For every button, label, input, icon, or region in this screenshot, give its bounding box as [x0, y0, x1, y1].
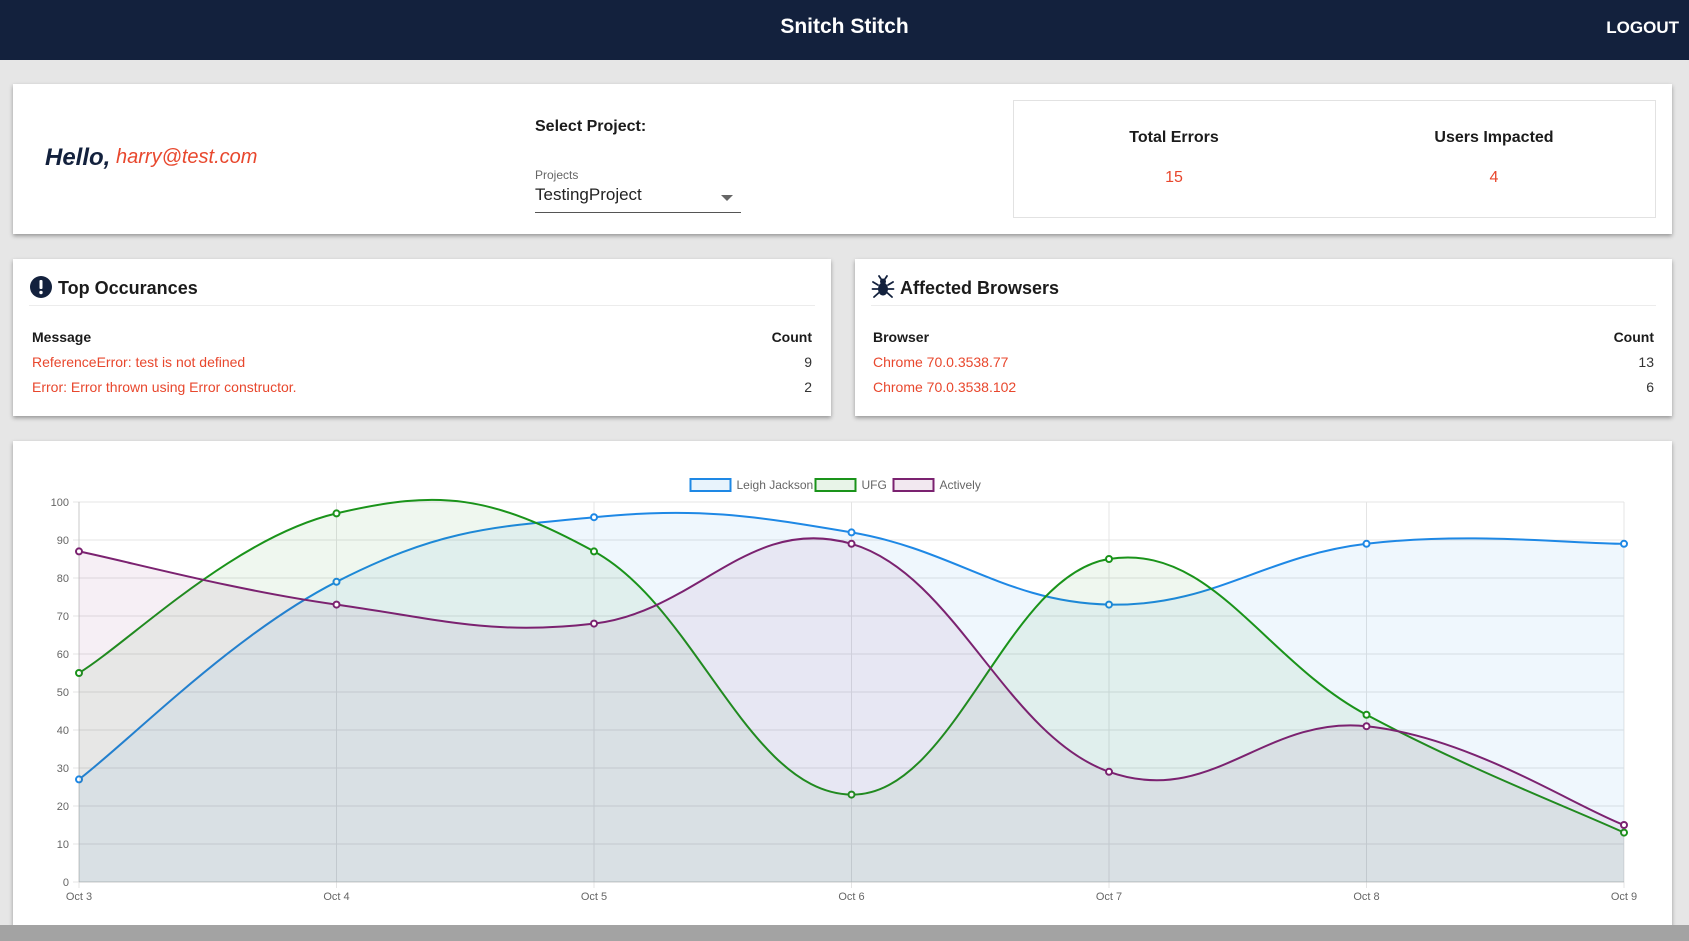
data-point	[1362, 710, 1371, 719]
data-point	[75, 547, 83, 556]
browser-link[interactable]: Chrome 70.0.3538.102	[873, 379, 1016, 395]
y-tick-label: 70	[57, 611, 69, 623]
affected-browsers-title: Affected Browsers	[900, 278, 1060, 298]
legend-label: Leigh Jackson	[737, 478, 814, 492]
projects-caption: Projects	[535, 168, 579, 182]
legend-label: UFG	[862, 478, 887, 492]
count-column-header: Count	[771, 329, 812, 345]
legend-label: Actively	[940, 478, 981, 492]
top-occurrences-title: Top Occurances	[58, 278, 198, 298]
x-tick-label: Oct 8	[1353, 891, 1379, 903]
y-tick-label: 60	[57, 649, 69, 661]
users-impacted-label: Users Impacted	[1434, 129, 1554, 146]
overview-card: Hello, harry@test.com Select Project: Pr…	[13, 84, 1672, 234]
exclamation-circle-icon	[29, 275, 53, 304]
errors-line-chart: 0 10 20 30 40 50 60 70 80 90 100 Oct 3 Oct 4 Oct 5 Oct…	[51, 478, 1637, 903]
top-occurrences-header: Top Occurances	[29, 273, 815, 306]
y-tick-label: 40	[57, 725, 69, 737]
data-point	[590, 513, 598, 522]
y-tick-label: 90	[57, 535, 69, 547]
select-project-label: Select Project:	[535, 118, 647, 135]
y-tick-label: 0	[63, 877, 69, 889]
error-count: 9	[804, 354, 812, 370]
y-tick-label: 100	[51, 497, 69, 509]
legend-swatch	[814, 478, 857, 492]
total-errors-stat: Total Errors 15	[1064, 129, 1284, 187]
browser-count: 6	[1646, 379, 1654, 395]
x-tick-label: Oct 4	[323, 891, 349, 903]
message-column-header: Message	[32, 329, 92, 345]
y-tick-label: 80	[57, 573, 69, 585]
data-point	[590, 619, 598, 628]
total-errors-value: 15	[1165, 169, 1183, 186]
top-occurrences-card: Top Occurances Message Count ReferenceEr…	[13, 259, 831, 416]
horizontal-scrollbar[interactable]	[0, 925, 1689, 941]
browser-column-header: Browser	[873, 329, 930, 345]
y-tick-label: 10	[57, 839, 69, 851]
error-message-link[interactable]: Error: Error thrown using Error construc…	[32, 379, 297, 395]
hello-label: Hello,	[45, 144, 111, 171]
errors-chart-card: 0 10 20 30 40 50 60 70 80 90 100 Oct 3 Oct 4 Oct 5 Oct…	[13, 441, 1672, 931]
data-point	[1105, 767, 1113, 776]
data-point	[590, 547, 598, 556]
data-point	[1620, 821, 1628, 829]
data-point	[847, 539, 856, 548]
users-impacted-stat: Users Impacted 4	[1384, 129, 1604, 187]
affected-browsers-header: Affected Browsers	[871, 273, 1656, 306]
x-tick-label: Oct 5	[581, 891, 607, 903]
error-message-link[interactable]: ReferenceError: test is not defined	[32, 354, 245, 370]
app-title: Snitch Stitch	[780, 15, 909, 38]
affected-browsers-card: Affected Browsers Browser Count Chrome 7…	[855, 259, 1672, 416]
y-tick-label: 50	[57, 687, 69, 699]
data-point	[847, 528, 856, 537]
data-point	[332, 509, 341, 518]
project-select-value: TestingProject	[535, 185, 642, 204]
stats-box: Total Errors 15 Users Impacted 4	[1013, 100, 1656, 218]
data-point	[1620, 539, 1628, 548]
x-tick-label: Oct 9	[1611, 891, 1637, 903]
browser-link[interactable]: Chrome 70.0.3538.77	[873, 354, 1008, 370]
y-tick-label: 20	[57, 801, 69, 813]
count-column-header: Count	[1613, 329, 1654, 345]
x-tick-label: Oct 6	[838, 891, 864, 903]
bug-icon	[871, 275, 895, 304]
user-email: harry@test.com	[116, 146, 258, 168]
data-point	[1105, 555, 1113, 563]
logout-button[interactable]: LOGOUT	[1606, 18, 1679, 38]
total-errors-label: Total Errors	[1129, 129, 1219, 146]
top-navbar: Snitch Stitch LOGOUT	[0, 0, 1689, 60]
y-tick-label: 30	[57, 763, 69, 775]
data-point	[332, 600, 341, 609]
data-point	[1362, 539, 1371, 548]
data-point	[1362, 722, 1371, 731]
error-count: 2	[804, 379, 812, 395]
browser-count: 13	[1638, 354, 1654, 370]
x-tick-label: Oct 3	[66, 891, 92, 903]
x-tick-label: Oct 7	[1096, 891, 1122, 903]
dropdown-arrow-icon	[721, 195, 733, 201]
legend-swatch	[689, 478, 732, 492]
project-select[interactable]: TestingProject	[535, 185, 741, 213]
legend-swatch	[892, 478, 935, 492]
users-impacted-value: 4	[1489, 169, 1499, 186]
